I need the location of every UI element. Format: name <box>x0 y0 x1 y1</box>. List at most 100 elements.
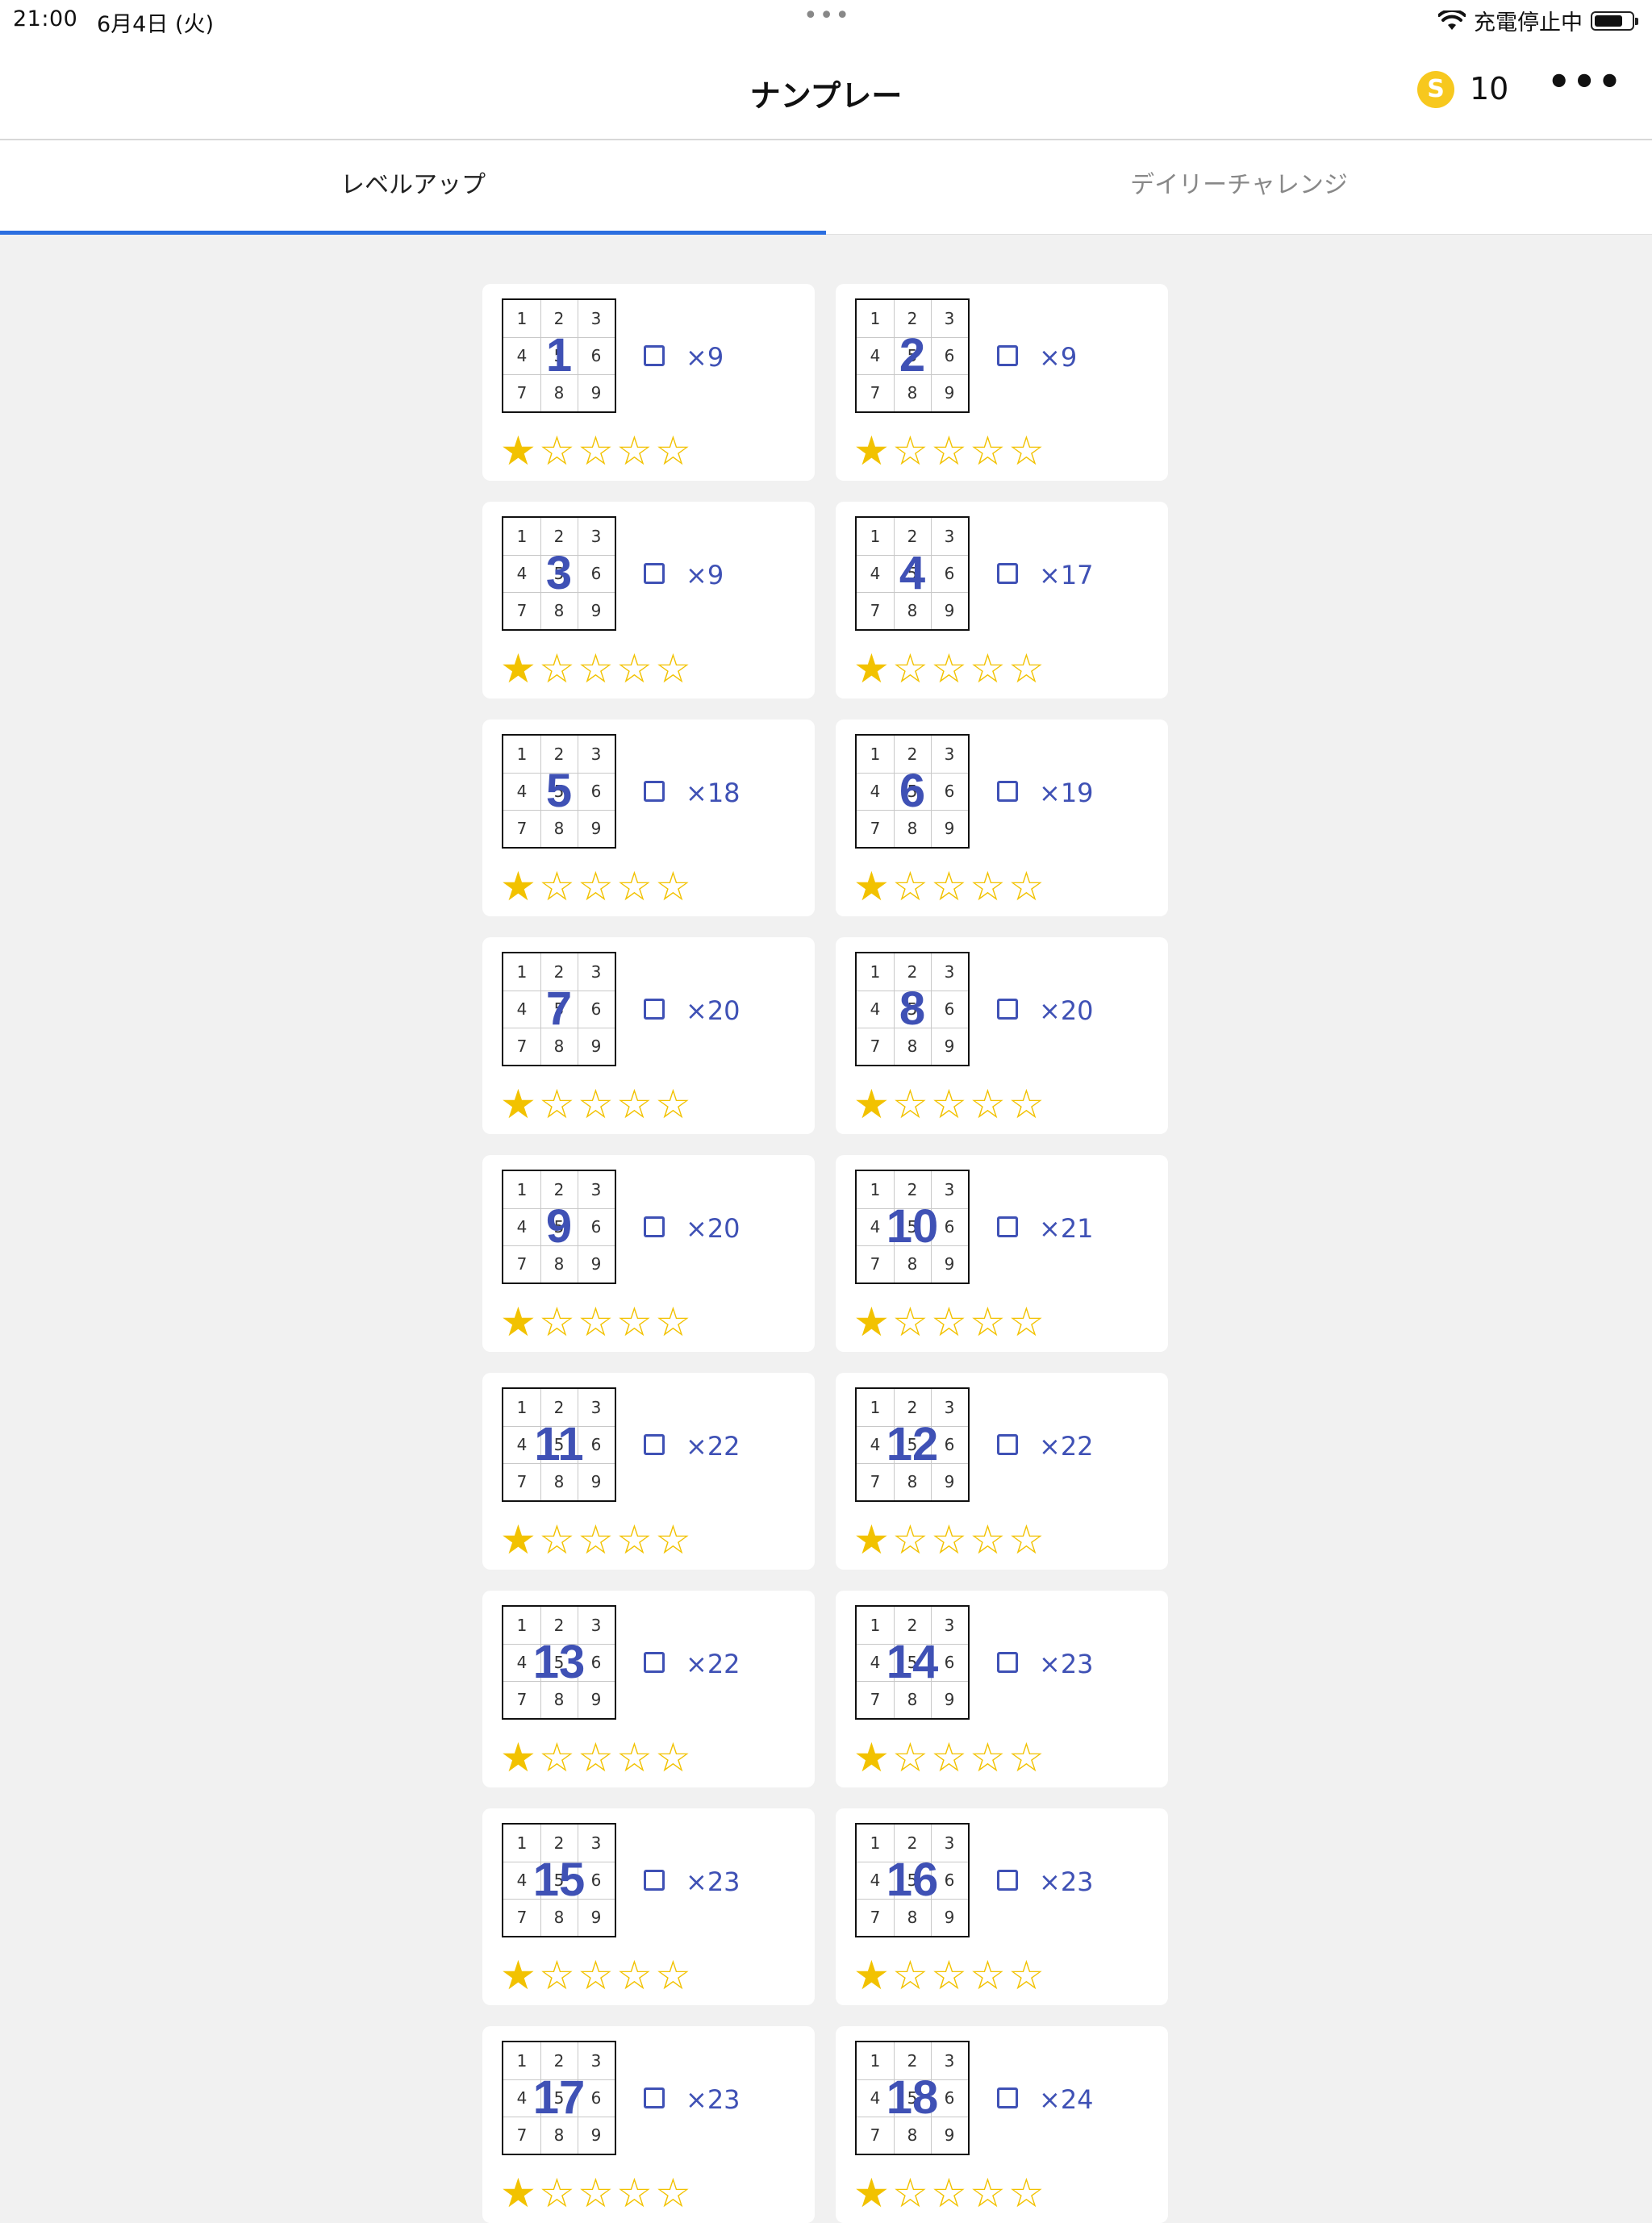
level-number: 4 <box>899 547 926 599</box>
star-empty-icon: ☆ <box>931 1516 967 1563</box>
star-empty-icon: ☆ <box>539 1299 575 1345</box>
charging-status: 充電停止中 <box>1474 10 1583 35</box>
level-card[interactable]: 1 2 3 4 5 6 7 8 9 17 ×23 ★ ☆ ☆ ☆ ☆ <box>482 2026 815 2223</box>
level-grid-icon: 1234567897 <box>502 952 616 1066</box>
star-empty-icon: ☆ <box>539 863 575 910</box>
level-card[interactable]: 1 2 3 4 5 6 7 8 9 10 ×21 ★ ☆ ☆ ☆ ☆ <box>836 1155 1168 1352</box>
checkbox-icon <box>997 781 1018 802</box>
level-card[interactable]: 1 2 3 4 5 6 7 8 9 16 ×23 ★ ☆ ☆ ☆ ☆ <box>836 1808 1168 2005</box>
star-filled-icon: ★ <box>500 1299 536 1345</box>
level-grid-icon: 1 2 3 4 5 6 7 8 9 15 <box>502 1823 616 1937</box>
star-empty-icon: ☆ <box>970 2170 1006 2217</box>
level-grid-icon: 1 2 3 4 5 6 7 8 9 11 <box>502 1387 616 1502</box>
star-empty-icon: ☆ <box>970 863 1006 910</box>
star-filled-icon: ★ <box>500 2170 536 2217</box>
puzzle-count: ×9 <box>1039 342 1078 373</box>
checkbox-icon <box>644 345 665 366</box>
tab-daily-challenge[interactable]: デイリーチャレンジ <box>826 140 1652 234</box>
star-empty-icon: ☆ <box>892 1516 928 1563</box>
star-empty-icon: ☆ <box>655 645 691 692</box>
level-grid-icon: 1 2 3 4 5 6 7 8 9 12 <box>855 1387 970 1502</box>
star-filled-icon: ★ <box>853 863 890 910</box>
checkbox-icon <box>997 563 1018 584</box>
level-card[interactable]: 1 2 3 4 5 6 7 8 9 15 ×23 ★ ☆ ☆ ☆ ☆ <box>482 1808 815 2005</box>
level-number: 10 <box>886 1200 939 1253</box>
level-card[interactable]: 1 2 3 4 5 6 7 8 9 3 ×9 ★ ☆ ☆ ☆ ☆ <box>482 502 815 699</box>
level-grid-icon: 1234567896 <box>855 734 970 849</box>
level-card[interactable]: 1 2 3 4 5 6 7 8 9 7 ×20 ★ ☆ ☆ ☆ ☆ <box>482 937 815 1134</box>
star-empty-icon: ☆ <box>616 428 653 474</box>
star-empty-icon: ☆ <box>970 428 1006 474</box>
multitasking-dots-icon[interactable]: ••• <box>803 2 851 30</box>
star-empty-icon: ☆ <box>931 1081 967 1128</box>
checkbox-icon <box>997 1216 1018 1237</box>
star-empty-icon: ☆ <box>892 645 928 692</box>
star-filled-icon: ★ <box>853 1952 890 1999</box>
status-right: 充電停止中 <box>1438 5 1638 36</box>
level-card[interactable]: 1 2 3 4 5 6 7 8 9 5 ×18 ★ ☆ ☆ ☆ ☆ <box>482 719 815 916</box>
puzzle-count: ×9 <box>686 342 724 373</box>
star-empty-icon: ☆ <box>970 1081 1006 1128</box>
star-empty-icon: ☆ <box>970 1516 1006 1563</box>
star-empty-icon: ☆ <box>539 1734 575 1781</box>
star-empty-icon: ☆ <box>578 1516 614 1563</box>
star-empty-icon: ☆ <box>655 1952 691 1999</box>
star-empty-icon: ☆ <box>892 1299 928 1345</box>
level-card[interactable]: 1 2 3 4 5 6 7 8 9 18 ×24 ★ ☆ ☆ ☆ ☆ <box>836 2026 1168 2223</box>
star-filled-icon: ★ <box>500 645 536 692</box>
level-card[interactable]: 1 2 3 4 5 6 7 8 9 11 ×22 ★ ☆ ☆ ☆ ☆ <box>482 1373 815 1570</box>
star-empty-icon: ☆ <box>1008 1516 1045 1563</box>
level-card[interactable]: 1 2 3 4 5 6 7 8 9 14 ×23 ★ ☆ ☆ ☆ ☆ <box>836 1591 1168 1787</box>
star-empty-icon: ☆ <box>1008 1081 1045 1128</box>
level-card[interactable]: 1 2 3 4 5 6 7 8 9 8 ×20 ★ ☆ ☆ ☆ ☆ <box>836 937 1168 1134</box>
level-number: 6 <box>899 765 926 817</box>
tab-level-up[interactable]: レベルアップ <box>0 140 826 234</box>
level-card[interactable]: 1 2 3 4 5 6 7 8 9 1 ×9 ★ ☆ ☆ ☆ ☆ <box>482 284 815 481</box>
star-empty-icon: ☆ <box>616 2170 653 2217</box>
level-card[interactable]: 1 2 3 4 5 6 7 8 9 4 ×17 ★ ☆ ☆ ☆ ☆ <box>836 502 1168 699</box>
level-card[interactable]: 1 2 3 4 5 6 7 8 9 2 ×9 ★ ☆ ☆ ☆ ☆ <box>836 284 1168 481</box>
level-grid-icon: 1 2 3 4 5 6 7 8 9 18 <box>855 2041 970 2155</box>
star-empty-icon: ☆ <box>616 1299 653 1345</box>
star-empty-icon: ☆ <box>1008 645 1045 692</box>
star-empty-icon: ☆ <box>616 863 653 910</box>
star-empty-icon: ☆ <box>931 645 967 692</box>
puzzle-count: ×22 <box>686 1431 740 1462</box>
checkbox-icon <box>997 1870 1018 1891</box>
level-grid-icon: 1234567895 <box>502 734 616 849</box>
puzzle-count: ×20 <box>686 995 740 1026</box>
puzzle-count: ×22 <box>686 1649 740 1679</box>
level-card[interactable]: 1 2 3 4 5 6 7 8 9 12 ×22 ★ ☆ ☆ ☆ ☆ <box>836 1373 1168 1570</box>
star-empty-icon: ☆ <box>578 1734 614 1781</box>
level-grid-icon: 1 2 3 4 5 6 7 8 9 16 <box>855 1823 970 1937</box>
star-empty-icon: ☆ <box>892 1081 928 1128</box>
star-empty-icon: ☆ <box>578 1081 614 1128</box>
level-grid-icon: 1 2 3 4 5 6 7 8 9 13 <box>502 1605 616 1720</box>
level-card[interactable]: 1 2 3 4 5 6 7 8 9 9 ×20 ★ ☆ ☆ ☆ ☆ <box>482 1155 815 1352</box>
puzzle-count: ×23 <box>1039 1649 1094 1679</box>
star-empty-icon: ☆ <box>1008 863 1045 910</box>
level-card[interactable]: 1 2 3 4 5 6 7 8 9 6 ×19 ★ ☆ ☆ ☆ ☆ <box>836 719 1168 916</box>
level-number: 3 <box>545 547 573 599</box>
level-grid-icon: 1234567894 <box>855 516 970 631</box>
star-filled-icon: ★ <box>853 2170 890 2217</box>
checkbox-icon <box>644 1870 665 1891</box>
coin-count: 10 <box>1470 71 1509 106</box>
puzzle-count: ×23 <box>1039 1866 1094 1897</box>
star-empty-icon: ☆ <box>931 1952 967 1999</box>
star-empty-icon: ☆ <box>655 1516 691 1563</box>
level-grid-icon: 1234567898 <box>855 952 970 1066</box>
star-filled-icon: ★ <box>500 1081 536 1128</box>
star-empty-icon: ☆ <box>655 863 691 910</box>
star-empty-icon: ☆ <box>931 1299 967 1345</box>
level-card[interactable]: 1 2 3 4 5 6 7 8 9 13 ×22 ★ ☆ ☆ ☆ ☆ <box>482 1591 815 1787</box>
star-empty-icon: ☆ <box>1008 1299 1045 1345</box>
star-empty-icon: ☆ <box>578 645 614 692</box>
level-grid-icon: 1234567893 <box>502 516 616 631</box>
star-empty-icon: ☆ <box>578 1952 614 1999</box>
more-menu-button[interactable]: ••• <box>1547 60 1623 103</box>
checkbox-icon <box>644 2087 665 2108</box>
puzzle-count: ×23 <box>686 1866 740 1897</box>
star-empty-icon: ☆ <box>539 1952 575 1999</box>
checkbox-icon <box>997 1652 1018 1673</box>
